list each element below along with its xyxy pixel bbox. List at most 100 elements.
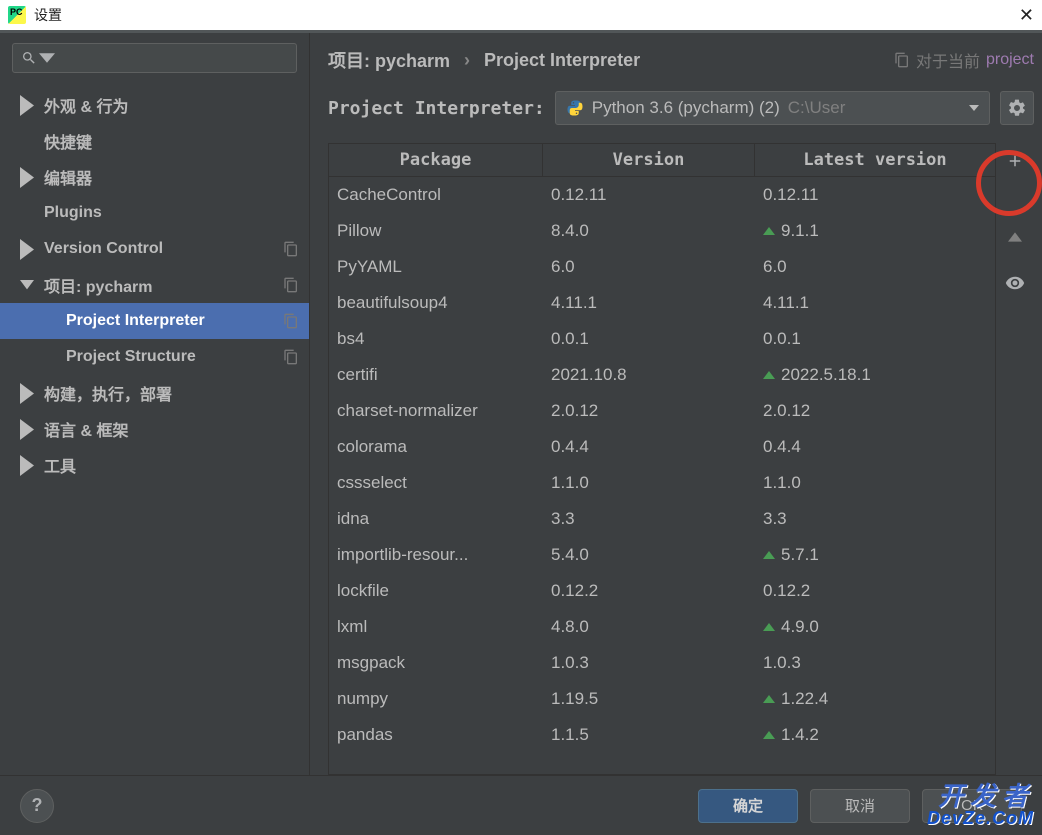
- cell-version: 1.1.0: [543, 473, 755, 493]
- table-row[interactable]: cssselect1.1.01.1.0: [329, 465, 995, 501]
- table-row[interactable]: numpy1.19.51.22.4: [329, 681, 995, 717]
- window-title: 设置: [34, 5, 62, 25]
- cell-latest: 1.1.0: [755, 473, 995, 493]
- breadcrumb: 项目: pycharm › Project Interpreter 对于当前 p…: [328, 47, 1034, 73]
- cell-package: Pillow: [329, 221, 543, 241]
- sidebar-item[interactable]: Project Structure: [0, 339, 309, 375]
- table-row[interactable]: importlib-resour...5.4.05.7.1: [329, 537, 995, 573]
- cell-latest: 4.11.1: [755, 293, 995, 313]
- close-icon[interactable]: ✕: [1019, 5, 1034, 26]
- cell-package: certifi: [329, 365, 543, 385]
- cell-version: 3.3: [543, 509, 755, 529]
- chevron-right-icon: [20, 383, 34, 404]
- table-row[interactable]: colorama0.4.40.4.4: [329, 429, 995, 465]
- table-row[interactable]: msgpack1.0.31.0.3: [329, 645, 995, 681]
- breadcrumb-separator: ›: [464, 50, 470, 71]
- cell-latest: 1.22.4: [755, 689, 995, 709]
- sidebar-item-label: 语言 & 框架: [44, 417, 128, 441]
- sidebar-item[interactable]: 工具: [0, 447, 309, 483]
- cell-package: importlib-resour...: [329, 545, 543, 565]
- sidebar-item[interactable]: Project Interpreter: [0, 303, 309, 339]
- interpreter-dropdown[interactable]: Python 3.6 (pycharm) (2) C:\User: [555, 91, 990, 125]
- plus-icon: [1006, 152, 1024, 170]
- upgrade-package-button[interactable]: [997, 219, 1033, 255]
- table-row[interactable]: PyYAML6.06.0: [329, 249, 995, 285]
- cell-version: 4.11.1: [543, 293, 755, 313]
- chevron-right-icon: [20, 419, 34, 440]
- cell-package: charset-normalizer: [329, 401, 543, 421]
- cell-latest: 0.0.1: [755, 329, 995, 349]
- pycharm-icon: [8, 6, 26, 24]
- sidebar-item-label: 编辑器: [44, 165, 92, 189]
- cell-version: 5.4.0: [543, 545, 755, 565]
- sidebar-item-label: 构建，执行，部署: [44, 381, 172, 405]
- eye-icon: [1005, 273, 1025, 293]
- show-early-releases-button[interactable]: [997, 265, 1033, 301]
- chevron-right-icon: [20, 239, 34, 260]
- sidebar-item-label: 项目: pycharm: [44, 273, 152, 297]
- cell-latest: 2022.5.18.1: [755, 365, 995, 385]
- update-available-icon: [763, 731, 775, 739]
- settings-sidebar: 外观 & 行为快捷键编辑器 PluginsVersion Control 项目: p…: [0, 33, 310, 775]
- sidebar-item[interactable]: 编辑器: [0, 159, 309, 195]
- sidebar-item[interactable]: 项目: pycharm: [0, 267, 309, 303]
- add-package-button[interactable]: [997, 143, 1033, 179]
- breadcrumb-project: 项目: pycharm: [328, 47, 450, 73]
- apply-button[interactable]: OK: [922, 789, 1022, 823]
- main-panel: 项目: pycharm › Project Interpreter 对于当前 p…: [310, 33, 1042, 775]
- cell-package: idna: [329, 509, 543, 529]
- table-row[interactable]: lxml4.8.04.9.0: [329, 609, 995, 645]
- settings-tree: 外观 & 行为快捷键编辑器 PluginsVersion Control 项目: p…: [0, 83, 309, 775]
- arrow-up-icon: [1008, 232, 1022, 242]
- cell-version: 1.19.5: [543, 689, 755, 709]
- ok-button[interactable]: 确定: [698, 789, 798, 823]
- interpreter-path: C:\User: [788, 98, 846, 118]
- cell-version: 2021.10.8: [543, 365, 755, 385]
- sidebar-item-label: 快捷键: [44, 129, 92, 153]
- cell-version: 4.8.0: [543, 617, 755, 637]
- help-button[interactable]: ?: [20, 789, 54, 823]
- table-row[interactable]: charset-normalizer2.0.122.0.12: [329, 393, 995, 429]
- cell-version: 0.12.2: [543, 581, 755, 601]
- search-input[interactable]: [12, 43, 297, 73]
- table-row[interactable]: Pillow8.4.09.1.1: [329, 213, 995, 249]
- table-row[interactable]: certifi2021.10.82022.5.18.1: [329, 357, 995, 393]
- col-header-latest[interactable]: Latest version: [755, 144, 995, 176]
- packages-table: Package Version Latest version CacheCont…: [328, 143, 996, 775]
- cell-latest: 0.4.4: [755, 437, 995, 457]
- cell-latest: 9.1.1: [755, 221, 995, 241]
- table-row[interactable]: CacheControl0.12.110.12.11: [329, 177, 995, 213]
- interpreter-settings-button[interactable]: [1000, 91, 1034, 125]
- chevron-right-icon: [20, 167, 34, 188]
- cell-version: 2.0.12: [543, 401, 755, 421]
- sidebar-item[interactable]: Version Control: [0, 231, 309, 267]
- table-row[interactable]: pandas1.1.51.4.2: [329, 717, 995, 753]
- cell-latest: 1.0.3: [755, 653, 995, 673]
- cell-package: colorama: [329, 437, 543, 457]
- cell-version: 1.0.3: [543, 653, 755, 673]
- search-icon: [21, 50, 37, 66]
- sidebar-item[interactable]: 快捷键: [0, 123, 309, 159]
- cancel-button[interactable]: 取消: [810, 789, 910, 823]
- sidebar-item[interactable]: Plugins: [0, 195, 309, 231]
- table-row[interactable]: idna3.33.3: [329, 501, 995, 537]
- chevron-down-icon: [39, 50, 55, 66]
- table-row[interactable]: beautifulsoup44.11.14.11.1: [329, 285, 995, 321]
- sidebar-item[interactable]: 构建，执行，部署: [0, 375, 309, 411]
- cell-package: msgpack: [329, 653, 543, 673]
- sidebar-item[interactable]: 外观 & 行为: [0, 87, 309, 123]
- col-header-package[interactable]: Package: [329, 144, 543, 176]
- cell-latest: 3.3: [755, 509, 995, 529]
- dialog-footer: ? 确定 取消 OK: [0, 775, 1042, 835]
- packages-table-body[interactable]: CacheControl0.12.110.12.11Pillow8.4.09.1…: [329, 177, 995, 774]
- cell-version: 6.0: [543, 257, 755, 277]
- update-available-icon: [763, 371, 775, 379]
- col-header-version[interactable]: Version: [543, 144, 755, 176]
- cell-package: CacheControl: [329, 185, 543, 205]
- scope-target: project: [986, 51, 1034, 69]
- chevron-right-icon: [20, 455, 34, 476]
- cell-latest: 2.0.12: [755, 401, 995, 421]
- table-row[interactable]: bs40.0.10.0.1: [329, 321, 995, 357]
- sidebar-item[interactable]: 语言 & 框架: [0, 411, 309, 447]
- table-row[interactable]: lockfile0.12.20.12.2: [329, 573, 995, 609]
